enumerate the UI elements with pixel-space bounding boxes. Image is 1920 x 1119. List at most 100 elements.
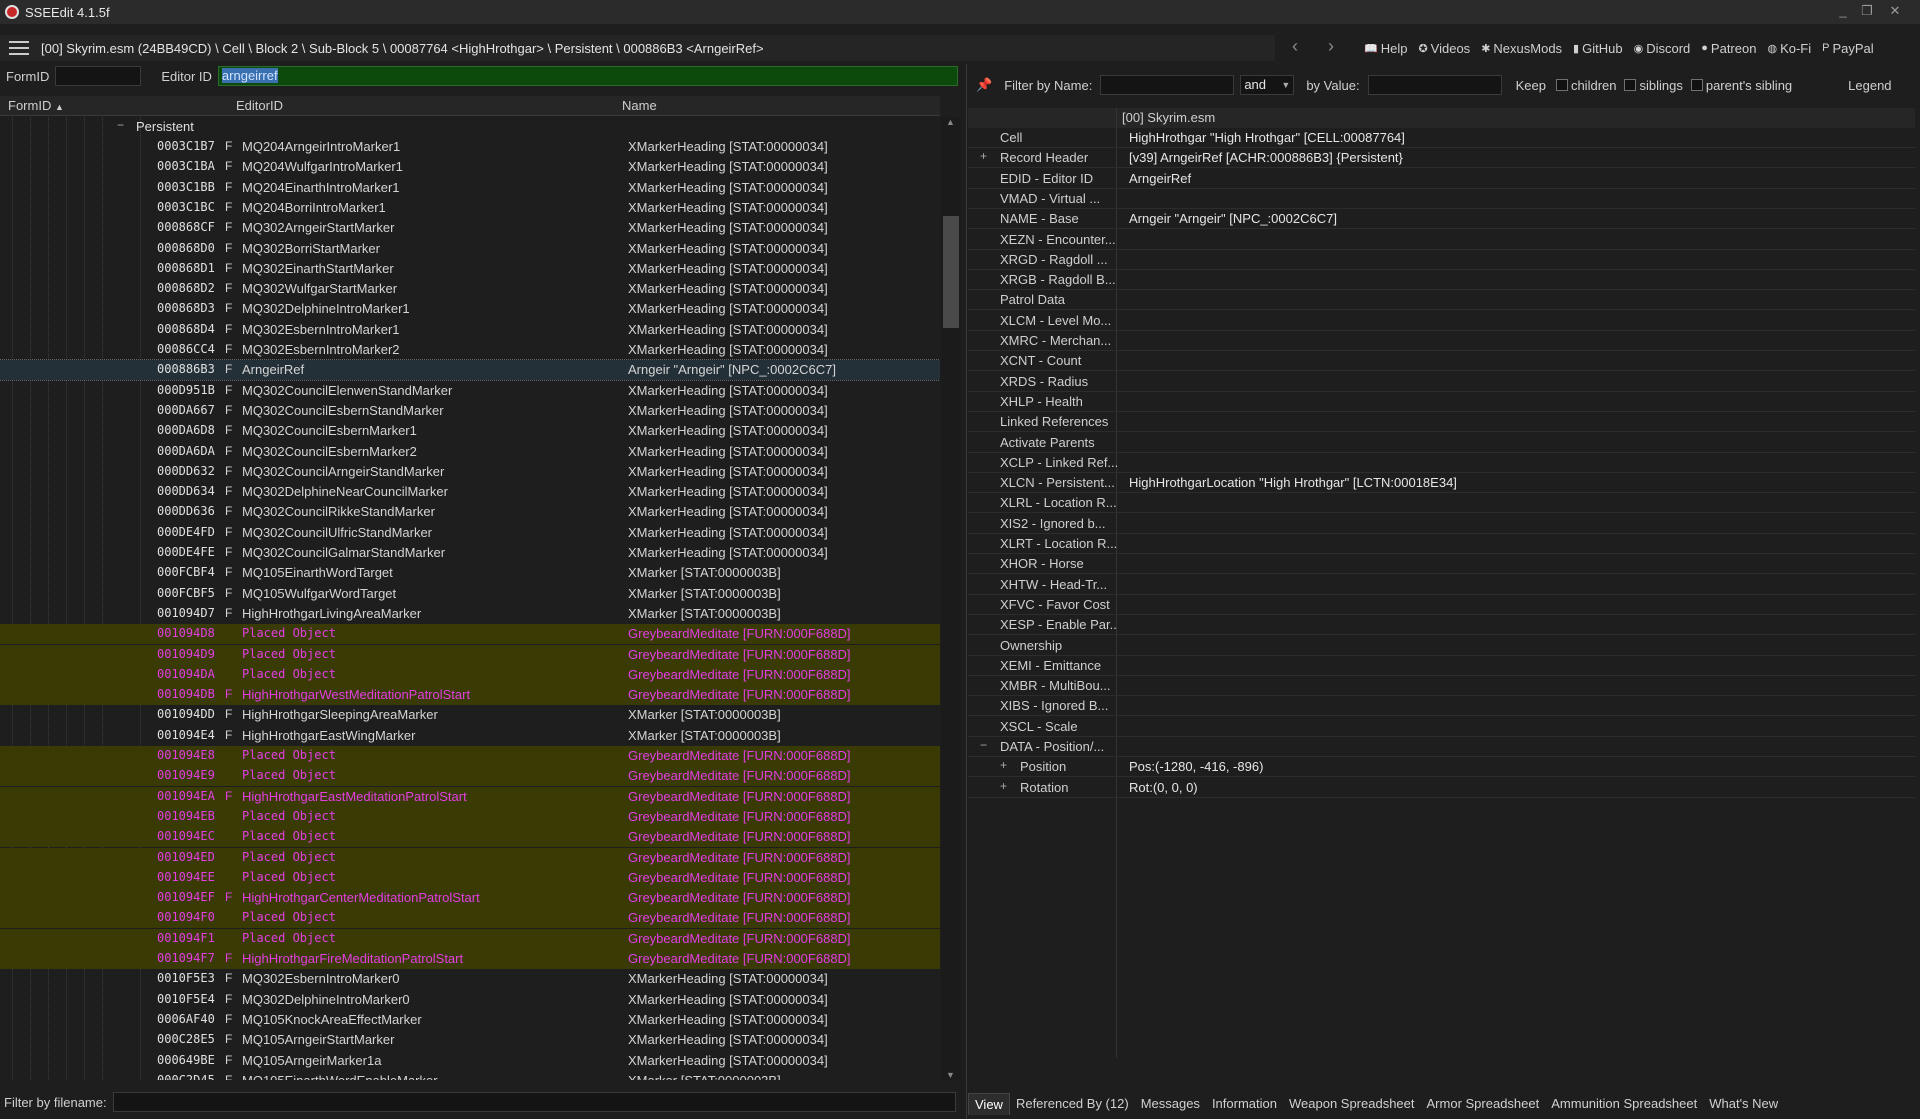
tab-what-s-new[interactable]: What's New	[1703, 1093, 1784, 1115]
link-videos[interactable]: ✪ Videos	[1418, 41, 1470, 56]
table-row[interactable]: 000C28E5 F MQ105ArngeirStartMarker XMarkerH…	[0, 1030, 940, 1050]
filter-by-value-input[interactable]	[1367, 75, 1502, 95]
record-field-row[interactable]: XLRL - Location R...	[968, 493, 1915, 514]
table-row[interactable]: 000886B3 F ArngeirRef Arngeir "Arngeir" [NP…	[0, 359, 940, 382]
table-row[interactable]: 001094E9 Placed Object GreybeardMeditate […	[0, 766, 940, 787]
table-row[interactable]: 001094E4 F HighHrothgarEastWingMarker XMark…	[0, 726, 940, 746]
record-field-row[interactable]: + Rotation Rot:(0, 0, 0)	[968, 778, 1915, 798]
table-row[interactable]: 000DD636 F MQ302CouncilRikkeStandMarker XMa…	[0, 502, 940, 522]
link-github[interactable]: ▮ GitHub	[1573, 41, 1623, 56]
table-row[interactable]: 001094EF F HighHrothgarCenterMeditationPat…	[0, 888, 940, 909]
column-formid[interactable]: FormID ▲	[8, 98, 64, 113]
column-editorid[interactable]: EditorID	[236, 98, 283, 113]
column-name[interactable]: Name	[622, 98, 657, 113]
table-row[interactable]: 000DE4FE F MQ302CouncilGalmarStandMarker XM…	[0, 543, 940, 563]
table-row[interactable]: 001094E8 Placed Object GreybeardMeditate […	[0, 746, 940, 766]
record-field-row[interactable]: XCLP - Linked Ref...	[968, 453, 1915, 473]
link-nexusmods[interactable]: ✱ NexusMods	[1481, 41, 1562, 56]
table-row[interactable]: 001094ED Placed Object GreybeardMeditate […	[0, 847, 940, 868]
table-row[interactable]: 000C2D45 F MQ105EinarthWordEnableMarker XMa…	[0, 1071, 940, 1080]
record-field-row[interactable]: XHTW - Head-Tr...	[968, 575, 1915, 595]
tab-weapon-spreadsheet[interactable]: Weapon Spreadsheet	[1283, 1093, 1421, 1115]
hamburger-menu-icon[interactable]	[9, 41, 29, 55]
record-field-row[interactable]: XSCL - Scale	[968, 717, 1915, 737]
table-row[interactable]: 000868D4 F MQ302EsbernIntroMarker1 XMarkerH…	[0, 320, 940, 340]
table-row[interactable]: 0010F5E3 F MQ302EsbernIntroMarker0 XMarkerH…	[0, 969, 940, 989]
scroll-thumb[interactable]	[943, 216, 959, 328]
table-row[interactable]: 000649BE F MQ105ArngeirMarker1a XMarkerHead…	[0, 1051, 940, 1071]
record-field-row[interactable]: XRGD - Ragdoll ...	[968, 250, 1915, 270]
table-row[interactable]: 0003C1BC F MQ204BorriIntroMarker1 XMarkerHe…	[0, 198, 940, 218]
tab-messages[interactable]: Messages	[1135, 1093, 1206, 1115]
record-field-row[interactable]: XESP - Enable Par...	[968, 615, 1915, 636]
keep-parents-sibling-checkbox[interactable]: parent's sibling	[1690, 78, 1792, 93]
keep-siblings-checkbox[interactable]: siblings	[1624, 78, 1683, 93]
table-row[interactable]: 000868D0 F MQ302BorriStartMarker XMarkerHea…	[0, 239, 940, 259]
table-row[interactable]: 0003C1BA F MQ204WulfgarIntroMarker1 XMarker…	[0, 157, 940, 177]
record-field-row[interactable]: XMBR - MultiBou...	[968, 676, 1915, 697]
table-row[interactable]: 000DA6D8 F MQ302CouncilEsbernMarker1 XMarke…	[0, 421, 940, 441]
scroll-up-icon[interactable]: ▲	[946, 117, 955, 127]
table-row[interactable]: 001094EB Placed Object GreybeardMeditate […	[0, 806, 940, 827]
record-field-row[interactable]: XHLP - Health	[968, 392, 1915, 412]
tree-node-persistent[interactable]: − Persistent	[0, 117, 940, 137]
table-row[interactable]: 001094D9 Placed Object GreybeardMeditate […	[0, 644, 940, 665]
legend-button[interactable]: Legend	[1848, 78, 1891, 93]
table-row[interactable]: 0003C1BB F MQ204EinarthIntroMarker1 XMarker…	[0, 178, 940, 198]
operator-select[interactable]: and ▼	[1240, 75, 1295, 95]
scroll-down-icon[interactable]: ▼	[946, 1070, 955, 1080]
record-field-row[interactable]: Linked References	[968, 412, 1915, 433]
table-row[interactable]: 001094DD F HighHrothgarSleepingAreaMarker X…	[0, 705, 940, 725]
editorid-input[interactable]: arngeirref	[217, 66, 958, 86]
table-row[interactable]: 000DA6DA F MQ302CouncilEsbernMarker2 XMarke…	[0, 442, 940, 462]
table-row[interactable]: 000DD634 F MQ302DelphineNearCouncilMarker X…	[0, 482, 940, 502]
table-row[interactable]: 001094DA Placed Object GreybeardMeditate […	[0, 664, 940, 685]
table-row[interactable]: 001094D7 F HighHrothgarLivingAreaMarker XMa…	[0, 604, 940, 624]
tab-ammunition-spreadsheet[interactable]: Ammunition Spreadsheet	[1545, 1093, 1703, 1115]
table-row[interactable]: 0003C1B7 F MQ204ArngeirIntroMarker1 XMarker…	[0, 137, 940, 157]
table-row[interactable]: 0010F5E4 F MQ302DelphineIntroMarker0 XMarke…	[0, 990, 940, 1010]
tab-information[interactable]: Information	[1206, 1093, 1283, 1115]
minimize-icon[interactable]: _	[1832, 2, 1854, 20]
table-row[interactable]: 000D951B F MQ302CouncilElenwenStandMarker X…	[0, 381, 940, 401]
record-field-row[interactable]: XCNT - Count	[968, 351, 1915, 372]
table-row[interactable]: 00086CC4 F MQ302EsbernIntroMarker2 XMarkerH…	[0, 340, 940, 360]
pin-icon[interactable]: 📌	[976, 77, 992, 93]
back-arrow-icon[interactable]: ‹	[1292, 36, 1298, 57]
link-patreon[interactable]: ● Patreon	[1701, 41, 1756, 56]
table-row[interactable]: 001094EE Placed Object GreybeardMeditate […	[0, 867, 940, 888]
record-field-row[interactable]: XRGB - Ragdoll B...	[968, 270, 1915, 291]
filter-by-name-input[interactable]	[1100, 75, 1235, 95]
table-row[interactable]: 000868D3 F MQ302DelphineIntroMarker1 XMarke…	[0, 299, 940, 319]
record-field-row[interactable]: + Record Header [v39] ArngeirRef [ACHR:000…	[968, 148, 1915, 169]
record-field-row[interactable]: XLRT - Location R...	[968, 534, 1915, 554]
link-discord[interactable]: ◉ Discord	[1634, 41, 1691, 56]
table-row[interactable]: 000FCBF5 F MQ105WulfgarWordTarget XMarker […	[0, 584, 940, 604]
record-field-row[interactable]: XEZN - Encounter...	[968, 230, 1915, 250]
record-field-row[interactable]: Activate Parents	[968, 433, 1915, 453]
record-field-row[interactable]: XLCN - Persistent... HighHrothgarLocation…	[968, 473, 1915, 494]
collapse-icon[interactable]: −	[117, 118, 124, 132]
link-paypal[interactable]: P PayPal	[1822, 41, 1874, 56]
record-field-row[interactable]: XEMI - Emittance	[968, 656, 1915, 676]
record-field-row[interactable]: − DATA - Position/...	[968, 737, 1915, 757]
table-row[interactable]: 0006AF40 F MQ105KnockAreaEffectMarker XMark…	[0, 1010, 940, 1030]
record-field-row[interactable]: XFVC - Favor Cost	[968, 595, 1915, 615]
expand-icon[interactable]: +	[1000, 758, 1007, 772]
table-row[interactable]: 001094D8 Placed Object GreybeardMeditate […	[0, 624, 940, 645]
table-row[interactable]: 000DD632 F MQ302CouncilArngeirStandMarker X…	[0, 462, 940, 482]
table-row[interactable]: 001094F0 Placed Object GreybeardMeditate […	[0, 908, 940, 929]
record-field-row[interactable]: NAME - Base Arngeir "Arngeir" [NPC_:0002C…	[968, 209, 1915, 230]
table-row[interactable]: 000868D1 F MQ302EinarthStartMarker XMarkerH…	[0, 259, 940, 279]
record-field-row[interactable]: XRDS - Radius	[968, 372, 1915, 392]
formid-input[interactable]	[55, 66, 142, 86]
expand-icon[interactable]: −	[980, 738, 987, 752]
forward-arrow-icon[interactable]: ›	[1328, 36, 1334, 57]
record-field-row[interactable]: + Position Pos:(-1280, -416, -896)	[968, 757, 1915, 778]
table-row[interactable]: 001094DB F HighHrothgarWestMeditationPatro…	[0, 685, 940, 706]
table-row[interactable]: 001094EC Placed Object GreybeardMeditate […	[0, 827, 940, 848]
record-field-row[interactable]: XHOR - Horse	[968, 554, 1915, 575]
table-row[interactable]: 000DE4FD F MQ302CouncilUlfricStandMarker XM…	[0, 523, 940, 543]
tab-referenced-by[interactable]: Referenced By (12)	[1010, 1093, 1135, 1115]
link-kofi[interactable]: ◍ Ko-Fi	[1767, 41, 1811, 56]
